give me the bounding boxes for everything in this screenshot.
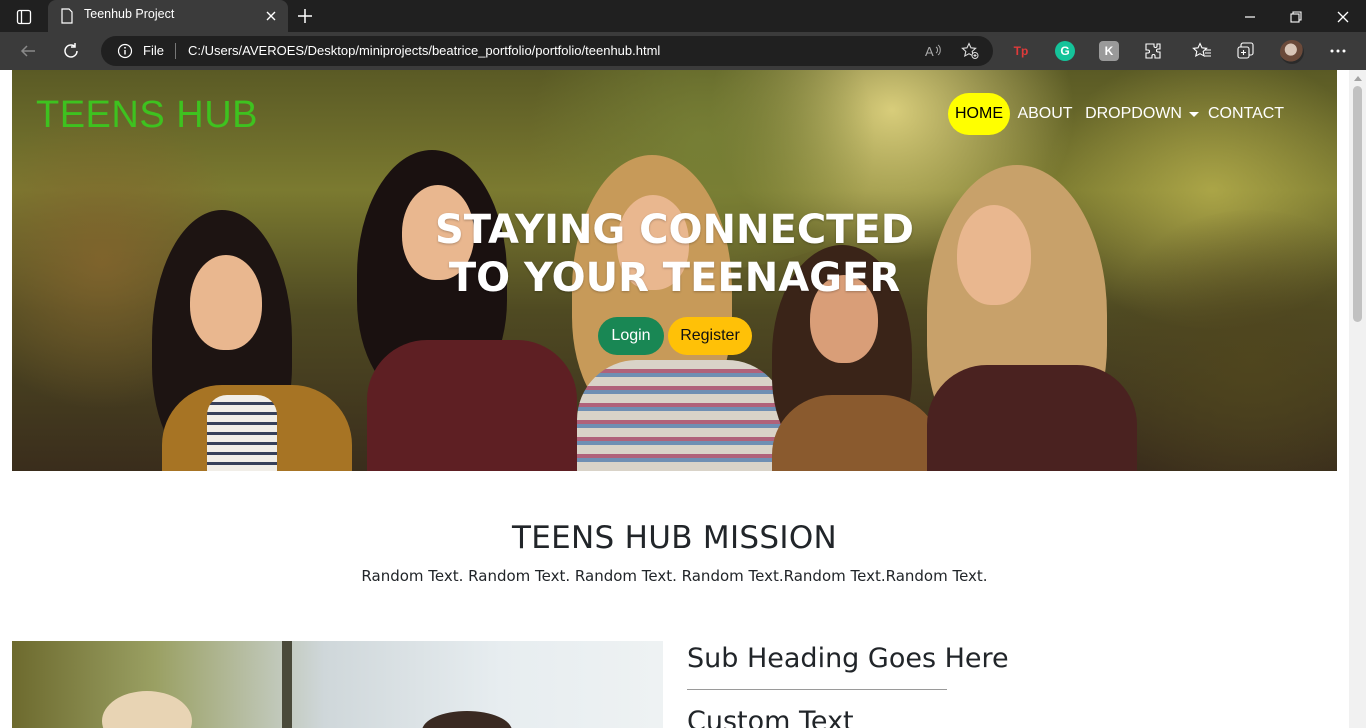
grammarly-extension-icon[interactable]: G [1055,41,1075,61]
mission-title: TEENS HUB MISSION [511,520,838,556]
nav-dropdown-label: DROPDOWN [1085,105,1182,122]
read-aloud-icon[interactable]: A [924,41,944,61]
extensions-icon[interactable] [1142,40,1164,62]
caret-down-icon [1188,111,1199,117]
page-icon [60,8,74,28]
browser-tab[interactable]: Teenhub Project [48,0,288,32]
divider [687,689,947,690]
url-text[interactable]: C:/Users/AVEROES/Desktop/miniprojects/be… [188,43,660,58]
feature-custom-text: Custom Text [687,706,854,728]
address-bar[interactable]: File C:/Users/AVEROES/Desktop/miniprojec… [101,36,993,66]
hero-banner: TEENS HUB HOME ABOUT DROPDOWN CONTACT ST… [12,70,1337,471]
scheme-label: File [143,43,164,58]
register-button[interactable]: Register [668,317,752,355]
site-info-icon[interactable] [117,43,133,63]
scrollbar-thumb[interactable] [1353,86,1362,322]
new-tab-icon[interactable] [294,5,316,27]
divider [175,43,176,59]
browser-toolbar: File C:/Users/AVEROES/Desktop/miniprojec… [0,32,1366,70]
scroll-up-icon[interactable] [1354,76,1362,81]
close-window-icon[interactable] [1332,6,1354,28]
refresh-icon[interactable] [60,40,82,62]
nav-dropdown-toggle[interactable]: DROPDOWN [1085,93,1199,135]
favorites-icon[interactable] [1191,40,1213,62]
add-favorite-icon[interactable] [960,41,980,61]
back-icon[interactable] [17,40,39,62]
tab-actions-icon[interactable] [10,6,38,28]
restore-icon[interactable] [1285,6,1307,28]
minimize-icon[interactable] [1239,6,1261,28]
profile-avatar[interactable] [1280,40,1304,64]
mission-text: Random Text. Random Text. Random Text. R… [361,567,988,585]
svg-text:A: A [925,44,934,59]
page-scrollbar[interactable] [1349,70,1366,728]
browser-tab-bar: Teenhub Project [0,0,1366,32]
nav-home-link[interactable]: HOME [948,93,1010,135]
close-tab-icon[interactable] [264,8,278,27]
collections-icon[interactable] [1235,40,1257,62]
nav-contact-link[interactable]: CONTACT [1208,93,1284,135]
tp-extension-icon[interactable]: Tp [1011,41,1031,61]
login-button[interactable]: Login [598,317,664,355]
hero-headline-line2: TO YOUR TEENAGER [448,255,901,301]
nav-about-link[interactable]: ABOUT [1017,93,1072,135]
feature-image [12,641,663,728]
more-options-icon[interactable] [1327,40,1349,62]
hero-headline: STAYING CONNECTED TO YOUR TEENAGER [12,206,1337,302]
tab-title: Teenhub Project [84,7,175,21]
k-extension-icon[interactable]: K [1099,41,1119,61]
feature-sub-heading: Sub Heading Goes Here [687,643,1009,674]
site-logo[interactable]: TEENS HUB [36,94,258,137]
page-viewport: TEENS HUB HOME ABOUT DROPDOWN CONTACT ST… [0,70,1366,728]
hero-headline-line1: STAYING CONNECTED [434,207,914,253]
